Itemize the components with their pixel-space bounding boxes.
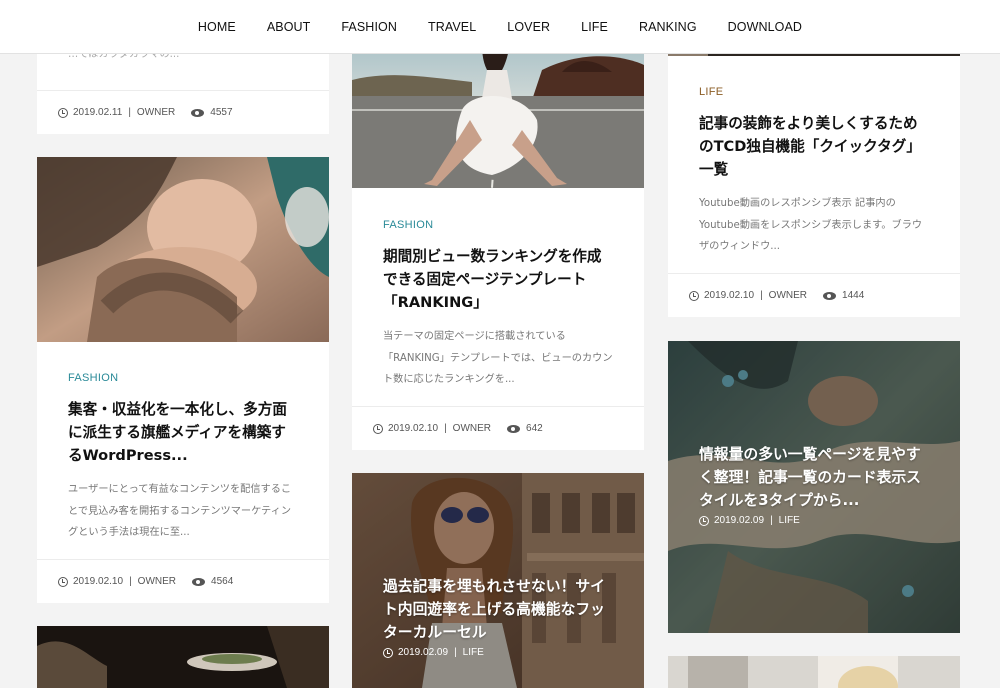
clock-icon: [58, 107, 68, 118]
article-date: 2019.02.11: [73, 107, 123, 118]
article-category[interactable]: LIFE: [699, 86, 929, 98]
article-thumbnail[interactable]: [37, 626, 329, 688]
site-header: HOME ABOUT FASHION TRAVEL LOVER LIFE RAN…: [0, 0, 1000, 54]
article-views: 642: [526, 423, 543, 434]
article-views: 1444: [842, 290, 865, 301]
eye-icon: [823, 291, 837, 300]
article-meta: 2019.02.10 | OWNER 642: [352, 406, 644, 450]
eye-icon: [507, 424, 521, 433]
article-thumbnail[interactable]: [668, 656, 960, 688]
article-date: 2019.02.10: [704, 290, 755, 301]
article-meta: 2019.02.09 | LIFE: [699, 515, 932, 526]
article-card-overlay[interactable]: 過去記事を埋もれさせない！サイト内回遊率を上げる高機能なフッターカルーセル 20…: [352, 473, 644, 688]
article-title[interactable]: 過去記事を埋もれさせない！サイト内回遊率を上げる高機能なフッターカルーセル: [383, 575, 616, 644]
article-title[interactable]: 集客・収益化を一本化し、多方面に派生する旗艦メディアを構築するWordPress…: [68, 398, 298, 467]
article-meta: 2019.02.10 | OWNER 1444: [668, 273, 960, 317]
article-author[interactable]: OWNER: [137, 107, 175, 118]
article-category[interactable]: FASHION: [383, 219, 613, 231]
article-views: 4557: [210, 107, 233, 118]
nav-ranking[interactable]: RANKING: [623, 20, 712, 34]
article-card[interactable]: [668, 656, 960, 688]
clock-icon: [689, 290, 699, 301]
article-author[interactable]: OWNER: [769, 290, 807, 301]
article-category[interactable]: LIFE: [779, 515, 800, 526]
article-meta: 2019.02.09 | LIFE: [383, 647, 616, 658]
article-category[interactable]: LIFE: [463, 647, 484, 658]
article-excerpt: Youtube動画のレスポンシブ表示 記事内のYoutube動画をレスポンシブ表…: [699, 198, 923, 252]
article-author[interactable]: OWNER: [138, 576, 176, 587]
article-date: 2019.02.09: [714, 515, 765, 526]
nav-lover[interactable]: LOVER: [492, 20, 566, 34]
article-meta: 2019.02.11 | OWNER 4557: [37, 90, 329, 134]
article-card[interactable]: FASHION 集客・収益化を一本化し、多方面に派生する旗艦メディアを構築するW…: [37, 157, 329, 603]
global-nav: HOME ABOUT FASHION TRAVEL LOVER LIFE RAN…: [182, 20, 817, 34]
clock-icon: [383, 647, 393, 658]
article-card[interactable]: [37, 626, 329, 688]
overlay-content: 過去記事を埋もれさせない！サイト内回遊率を上げる高機能なフッターカルーセル 20…: [383, 575, 616, 658]
article-title[interactable]: 期間別ビュー数ランキングを作成できる固定ページテンプレート「RANKING」: [383, 245, 613, 314]
article-date: 2019.02.10: [388, 423, 439, 434]
eye-icon: [191, 108, 205, 117]
article-date: 2019.02.10: [73, 576, 124, 587]
nav-home[interactable]: HOME: [182, 20, 251, 34]
clock-icon: [58, 576, 68, 587]
nav-about[interactable]: ABOUT: [251, 20, 326, 34]
nav-life[interactable]: LIFE: [566, 20, 624, 34]
article-title[interactable]: 記事の装飾をより美しくするためのTCD独自機能「クイックタグ」一覧: [699, 112, 929, 181]
eye-icon: [192, 577, 206, 586]
nav-travel[interactable]: TRAVEL: [412, 20, 491, 34]
article-author[interactable]: OWNER: [453, 423, 491, 434]
article-date: 2019.02.09: [398, 647, 449, 658]
nav-download[interactable]: DOWNLOAD: [712, 20, 817, 34]
article-excerpt: 当テーマの固定ページに搭載されている「RANKING」テンプレートでは、ビューの…: [383, 331, 613, 385]
clock-icon: [373, 423, 383, 434]
overlay-content: 情報量の多い一覧ページを見やすく整理！記事一覧のカード表示スタイルを3タイプから…: [699, 443, 932, 526]
article-excerpt: ユーザーにとって有益なコンテンツを配信することで見込み客を開拓するコンテンツマー…: [68, 484, 292, 538]
article-category[interactable]: FASHION: [68, 372, 298, 384]
article-thumbnail[interactable]: [37, 157, 329, 342]
article-views: 4564: [211, 576, 234, 587]
article-card[interactable]: FASHION 期間別ビュー数ランキングを作成できる固定ページテンプレート「RA…: [352, 0, 644, 450]
article-title[interactable]: 情報量の多い一覧ページを見やすく整理！記事一覧のカード表示スタイルを3タイプから…: [699, 443, 932, 512]
nav-fashion[interactable]: FASHION: [326, 20, 413, 34]
clock-icon: [699, 515, 709, 526]
article-meta: 2019.02.10 | OWNER 4564: [37, 559, 329, 603]
article-card-overlay[interactable]: 情報量の多い一覧ページを見やすく整理！記事一覧のカード表示スタイルを3タイプから…: [668, 341, 960, 633]
